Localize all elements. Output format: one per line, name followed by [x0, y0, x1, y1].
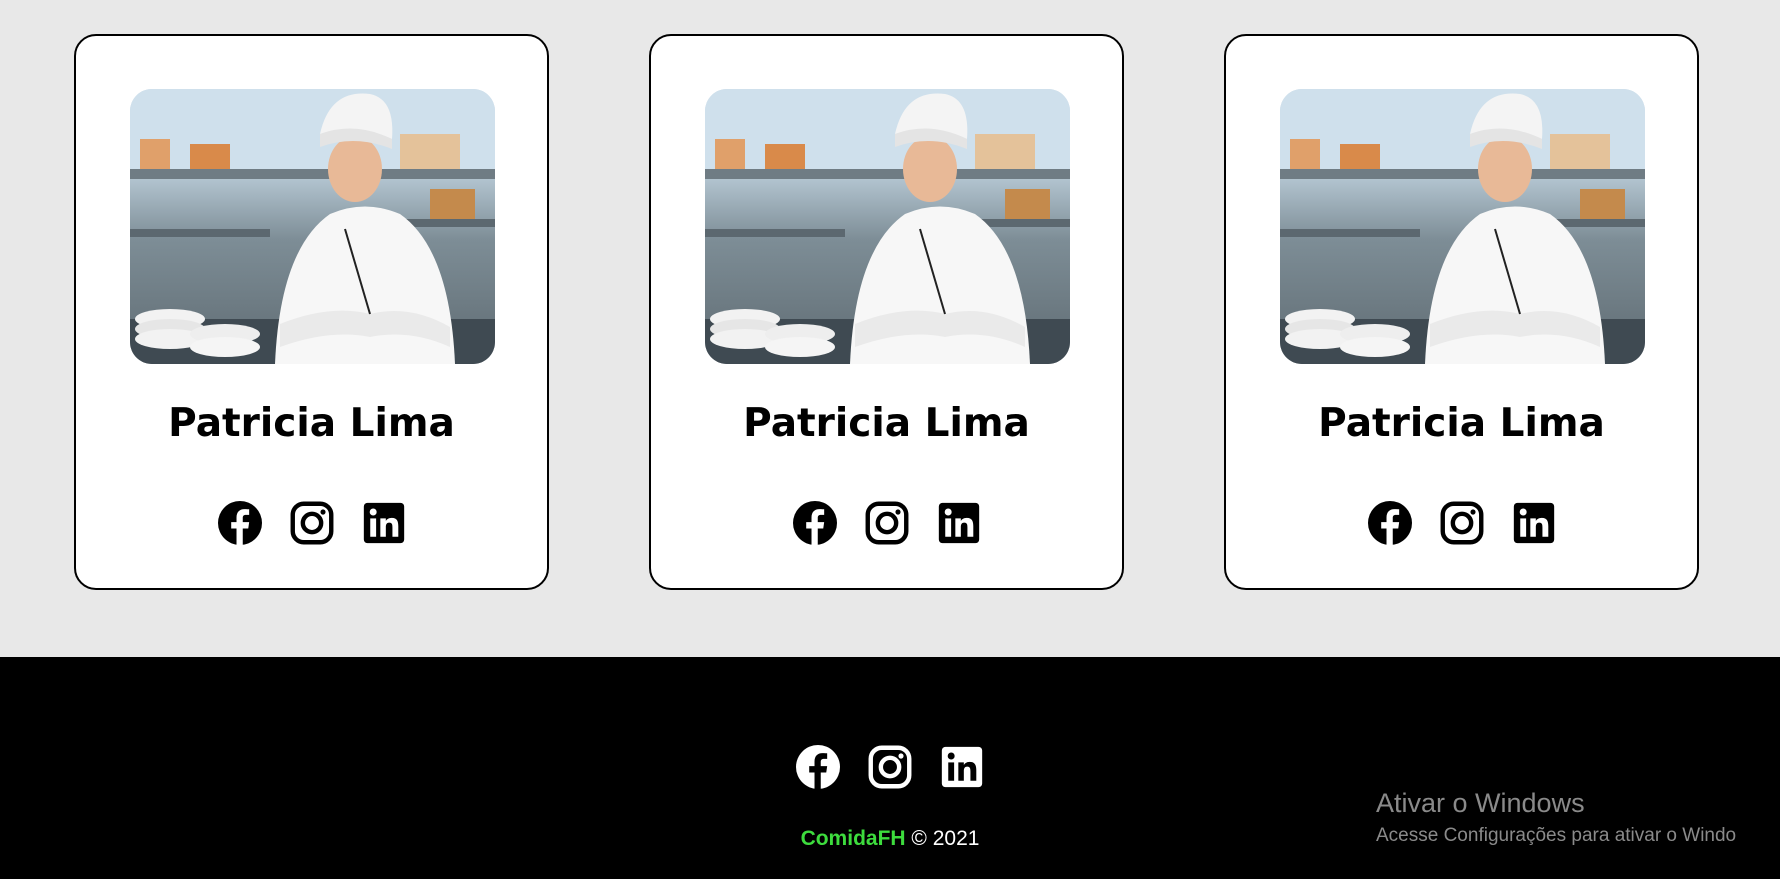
- facebook-icon[interactable]: [1367, 501, 1412, 545]
- linkedin-icon[interactable]: [937, 501, 981, 545]
- team-card: Patricia Lima: [1224, 34, 1699, 590]
- card-name: Patricia Lima: [1318, 401, 1605, 446]
- card-social-links: [76, 501, 547, 545]
- team-card: Patricia Lima: [649, 34, 1124, 590]
- linkedin-icon[interactable]: [1512, 501, 1556, 545]
- watermark-title: Ativar o Windows: [1376, 788, 1585, 818]
- linkedin-icon[interactable]: [940, 745, 984, 789]
- team-card: Patricia Lima: [74, 34, 549, 590]
- chef-photo: [130, 89, 495, 364]
- chef-photo: [1280, 89, 1645, 364]
- windows-activation-watermark: Ativar o Windows Acesse Configurações pa…: [1376, 788, 1736, 847]
- copyright-year: © 2021: [911, 827, 980, 850]
- linkedin-icon[interactable]: [362, 501, 406, 545]
- chef-photo: [705, 89, 1070, 364]
- instagram-icon[interactable]: [290, 501, 334, 545]
- card-name: Patricia Lima: [168, 401, 455, 446]
- brand-name: ComidaFH: [800, 827, 906, 850]
- footer-social-links: [0, 745, 1780, 789]
- instagram-icon[interactable]: [868, 745, 912, 789]
- facebook-icon[interactable]: [217, 501, 262, 545]
- facebook-icon[interactable]: [792, 501, 837, 545]
- watermark-subtitle: Acesse Configurações para ativar o Windo: [1376, 825, 1737, 846]
- card-social-links: [651, 501, 1122, 545]
- card-name: Patricia Lima: [743, 401, 1030, 446]
- instagram-icon[interactable]: [1440, 501, 1484, 545]
- card-social-links: [1226, 501, 1697, 545]
- facebook-icon[interactable]: [796, 745, 840, 789]
- instagram-icon[interactable]: [865, 501, 909, 545]
- team-cards-section: Patricia Lima Patricia Lima Patricia Lim…: [0, 0, 1780, 657]
